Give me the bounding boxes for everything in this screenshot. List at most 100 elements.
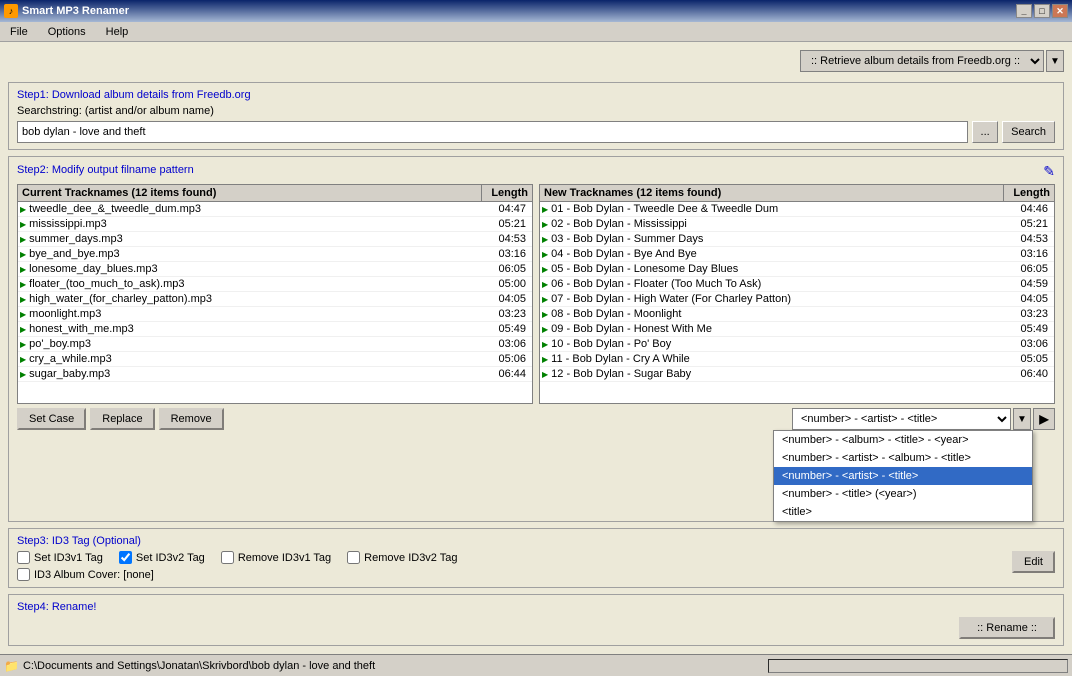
pattern-option-1[interactable]: <number> - <artist> - <album> - <title> — [774, 449, 1032, 467]
new-track-row[interactable]: ▶04 - Bob Dylan - Bye And Bye03:16 — [540, 247, 1054, 262]
search-button[interactable]: Search — [1002, 121, 1055, 143]
current-track-row[interactable]: ▶po'_boy.mp303:06 — [18, 337, 532, 352]
checkbox-id3v2-label: Set ID3v2 Tag — [136, 552, 205, 564]
current-tracks-col-length: Length — [482, 185, 532, 201]
maximize-button[interactable]: □ — [1034, 4, 1050, 18]
minimize-button[interactable]: _ — [1016, 4, 1032, 18]
status-right-panel — [768, 659, 1068, 673]
track-arrow-icon: ▶ — [542, 250, 548, 259]
new-tracks-col-length: Length — [1004, 185, 1054, 201]
track-arrow-icon: ▶ — [542, 235, 548, 244]
checkbox-id3v2-input[interactable] — [119, 551, 132, 564]
window-controls: _ □ ✕ — [1016, 4, 1068, 18]
pattern-option-0[interactable]: <number> - <album> - <title> - <year> — [774, 431, 1032, 449]
menu-help[interactable]: Help — [100, 24, 135, 40]
track-length: 04:05 — [1002, 293, 1052, 305]
current-track-row[interactable]: ▶high_water_(for_charley_patton).mp304:0… — [18, 292, 532, 307]
track-name: 04 - Bob Dylan - Bye And Bye — [551, 248, 1002, 260]
menu-file[interactable]: File — [4, 24, 34, 40]
track-name: 05 - Bob Dylan - Lonesome Day Blues — [551, 263, 1002, 275]
close-button[interactable]: ✕ — [1052, 4, 1068, 18]
new-track-row[interactable]: ▶06 - Bob Dylan - Floater (Too Much To A… — [540, 277, 1054, 292]
replace-button[interactable]: Replace — [90, 408, 154, 430]
track-length: 04:53 — [480, 233, 530, 245]
track-arrow-icon: ▶ — [20, 220, 26, 229]
new-track-row[interactable]: ▶12 - Bob Dylan - Sugar Baby06:40 — [540, 367, 1054, 382]
checkbox-remove-id3v1-input[interactable] — [221, 551, 234, 564]
track-arrow-icon: ▶ — [20, 310, 26, 319]
pattern-option-3[interactable]: <number> - <title> (<year>) — [774, 485, 1032, 503]
remove-button[interactable]: Remove — [159, 408, 224, 430]
pattern-dropdown-button[interactable]: ▼ — [1013, 408, 1031, 430]
current-track-row[interactable]: ▶floater_(too_much_to_ask).mp305:00 — [18, 277, 532, 292]
new-track-row[interactable]: ▶10 - Bob Dylan - Po' Boy03:06 — [540, 337, 1054, 352]
current-track-row[interactable]: ▶mississippi.mp305:21 — [18, 217, 532, 232]
track-name: bye_and_bye.mp3 — [29, 248, 480, 260]
search-input[interactable] — [17, 121, 968, 143]
menu-options[interactable]: Options — [42, 24, 92, 40]
edit-pattern-icon[interactable]: ✎ — [1043, 163, 1055, 180]
new-track-row[interactable]: ▶05 - Bob Dylan - Lonesome Day Blues06:0… — [540, 262, 1054, 277]
checkbox-id3v1-label: Set ID3v1 Tag — [34, 552, 103, 564]
track-name: moonlight.mp3 — [29, 308, 480, 320]
pattern-go-button[interactable]: ▶ — [1033, 408, 1055, 430]
current-track-row[interactable]: ▶tweedle_dee_&_tweedle_dum.mp304:47 — [18, 202, 532, 217]
retrieve-arrow-button[interactable]: ▼ — [1046, 50, 1064, 72]
track-name: 09 - Bob Dylan - Honest With Me — [551, 323, 1002, 335]
track-arrow-icon: ▶ — [542, 355, 548, 364]
track-length: 06:05 — [1002, 263, 1052, 275]
edit-tag-button[interactable]: Edit — [1012, 551, 1055, 573]
pattern-select[interactable]: <number> - <album> - <title> - <year><nu… — [792, 408, 1011, 430]
track-name: 10 - Bob Dylan - Po' Boy — [551, 338, 1002, 350]
checkbox-id3v2: Set ID3v2 Tag — [119, 551, 205, 564]
track-name: high_water_(for_charley_patton).mp3 — [29, 293, 480, 305]
checkbox-album-cover: ID3 Album Cover: [none] — [17, 568, 458, 581]
track-length: 04:59 — [1002, 278, 1052, 290]
track-name: summer_days.mp3 — [29, 233, 480, 245]
set-case-button[interactable]: Set Case — [17, 408, 86, 430]
track-arrow-icon: ▶ — [542, 205, 548, 214]
track-length: 03:06 — [480, 338, 530, 350]
pattern-option-2[interactable]: <number> - <artist> - <title> — [774, 467, 1032, 485]
current-track-row[interactable]: ▶lonesome_day_blues.mp306:05 — [18, 262, 532, 277]
current-track-row[interactable]: ▶summer_days.mp304:53 — [18, 232, 532, 247]
track-length: 05:21 — [480, 218, 530, 230]
current-track-row[interactable]: ▶bye_and_bye.mp303:16 — [18, 247, 532, 262]
new-track-row[interactable]: ▶03 - Bob Dylan - Summer Days04:53 — [540, 232, 1054, 247]
new-track-row[interactable]: ▶11 - Bob Dylan - Cry A While05:05 — [540, 352, 1054, 367]
retrieve-select[interactable]: :: Retrieve album details from Freedb.or… — [800, 50, 1044, 72]
new-track-row[interactable]: ▶08 - Bob Dylan - Moonlight03:23 — [540, 307, 1054, 322]
current-track-row[interactable]: ▶moonlight.mp303:23 — [18, 307, 532, 322]
track-length: 06:40 — [1002, 368, 1052, 380]
checkbox-remove-id3v2-input[interactable] — [347, 551, 360, 564]
pattern-option-4[interactable]: <title> — [774, 503, 1032, 521]
step1-label: Step1: Download album details from Freed… — [17, 89, 1055, 101]
track-name: 11 - Bob Dylan - Cry A While — [551, 353, 1002, 365]
current-track-row[interactable]: ▶honest_with_me.mp305:49 — [18, 322, 532, 337]
new-track-row[interactable]: ▶07 - Bob Dylan - High Water (For Charle… — [540, 292, 1054, 307]
track-length: 05:49 — [1002, 323, 1052, 335]
current-track-row[interactable]: ▶cry_a_while.mp305:06 — [18, 352, 532, 367]
current-tracks-col-name: Current Tracknames (12 items found) — [18, 185, 482, 201]
track-length: 05:05 — [1002, 353, 1052, 365]
track-length: 04:46 — [1002, 203, 1052, 215]
track-arrow-icon: ▶ — [20, 235, 26, 244]
checkbox-album-cover-input[interactable] — [17, 568, 30, 581]
checkbox-remove-id3v2: Remove ID3v2 Tag — [347, 551, 457, 564]
track-arrow-icon: ▶ — [20, 325, 26, 334]
track-length: 03:23 — [1002, 308, 1052, 320]
new-track-row[interactable]: ▶01 - Bob Dylan - Tweedle Dee & Tweedle … — [540, 202, 1054, 217]
new-tracks-col-name: New Tracknames (12 items found) — [540, 185, 1004, 201]
step4-label: Step4: Rename! — [17, 601, 1055, 613]
checkbox-remove-id3v1-label: Remove ID3v1 Tag — [238, 552, 331, 564]
current-track-row[interactable]: ▶sugar_baby.mp306:44 — [18, 367, 532, 382]
step3-section: Step3: ID3 Tag (Optional) Set ID3v1 Tag … — [8, 528, 1064, 588]
browse-button[interactable]: ... — [972, 121, 998, 143]
new-track-row[interactable]: ▶09 - Bob Dylan - Honest With Me05:49 — [540, 322, 1054, 337]
track-name: 01 - Bob Dylan - Tweedle Dee & Tweedle D… — [551, 203, 1002, 215]
track-name: honest_with_me.mp3 — [29, 323, 480, 335]
rename-button[interactable]: :: Rename :: — [959, 617, 1055, 639]
new-track-row[interactable]: ▶02 - Bob Dylan - Mississippi05:21 — [540, 217, 1054, 232]
track-arrow-icon: ▶ — [20, 370, 26, 379]
checkbox-id3v1-input[interactable] — [17, 551, 30, 564]
